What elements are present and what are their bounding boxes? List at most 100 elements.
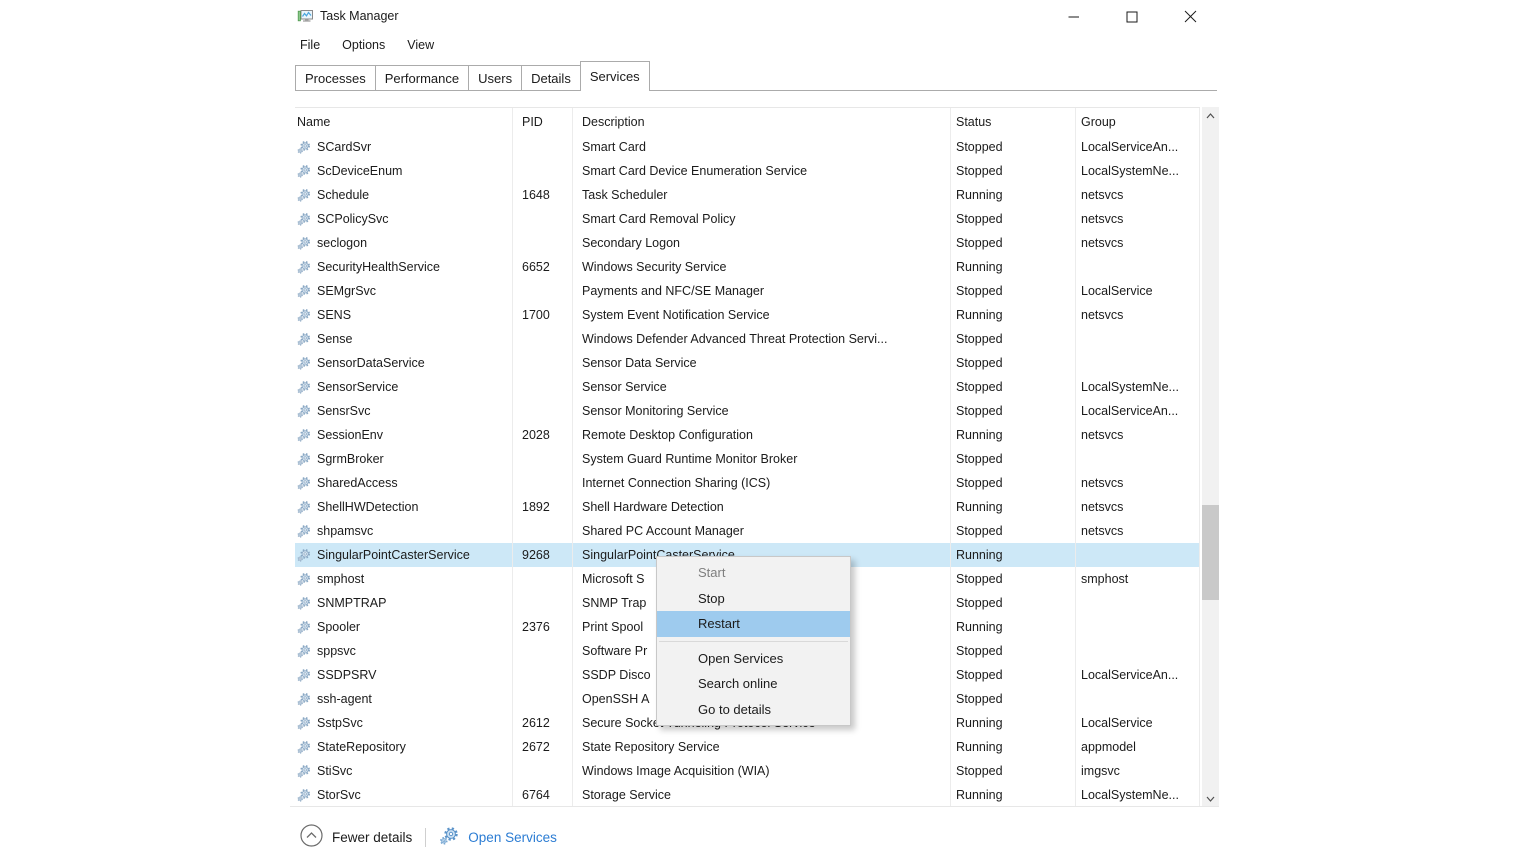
scroll-up-button[interactable]: [1202, 107, 1219, 124]
footer-divider: [290, 806, 1219, 807]
scroll-down-button[interactable]: [1202, 790, 1219, 807]
table-row[interactable]: StiSvc Windows Image Acquisition (WIA) S…: [295, 759, 1200, 783]
table-row[interactable]: ScDeviceEnum Smart Card Device Enumerati…: [295, 159, 1200, 183]
table-row[interactable]: SENS 1700 System Event Notification Serv…: [295, 303, 1200, 327]
menu-options[interactable]: Options: [342, 38, 385, 56]
table-row[interactable]: ShellHWDetection 1892 Shell Hardware Det…: [295, 495, 1200, 519]
context-menu-item-search-online[interactable]: Search online: [657, 671, 850, 697]
vertical-scrollbar[interactable]: [1202, 107, 1219, 807]
table-row[interactable]: SCPolicySvc Smart Card Removal Policy St…: [295, 207, 1200, 231]
service-group: LocalServiceAn...: [1075, 668, 1200, 682]
table-row[interactable]: SensorService Sensor Service Stopped Loc…: [295, 375, 1200, 399]
service-gear-icon: [297, 236, 312, 251]
column-header-description[interactable]: Description: [572, 115, 950, 129]
service-description: System Event Notification Service: [572, 308, 950, 322]
service-description: Task Scheduler: [572, 188, 950, 202]
service-name: sppsvc: [317, 644, 356, 658]
context-menu-item-restart[interactable]: Restart: [657, 611, 850, 637]
service-description: Shell Hardware Detection: [572, 500, 950, 514]
service-name: SCardSvr: [317, 140, 371, 154]
service-status: Stopped: [950, 212, 1075, 226]
service-group: LocalSystemNe...: [1075, 164, 1200, 178]
table-row[interactable]: seclogon Secondary Logon Stopped netsvcs: [295, 231, 1200, 255]
table-row[interactable]: SensrSvc Sensor Monitoring Service Stopp…: [295, 399, 1200, 423]
service-gear-icon: [297, 644, 312, 659]
service-status: Stopped: [950, 404, 1075, 418]
service-status: Stopped: [950, 764, 1075, 778]
scrollbar-thumb[interactable]: [1202, 505, 1219, 600]
tab-users[interactable]: Users: [468, 65, 522, 91]
service-description: Internet Connection Sharing (ICS): [572, 476, 950, 490]
table-row[interactable]: SharedAccess Internet Connection Sharing…: [295, 471, 1200, 495]
table-row[interactable]: SEMgrSvc Payments and NFC/SE Manager Sto…: [295, 279, 1200, 303]
service-description: Windows Defender Advanced Threat Protect…: [572, 332, 950, 346]
service-pid: 2376: [512, 620, 572, 634]
open-services-link[interactable]: Open Services: [439, 826, 557, 849]
service-pid: 2672: [512, 740, 572, 754]
service-name: shpamsvc: [317, 524, 373, 538]
table-row[interactable]: StorSvc 6764 Storage Service Running Loc…: [295, 783, 1200, 807]
service-name: SSDPSRV: [317, 668, 377, 682]
minimize-button[interactable]: [1045, 0, 1103, 33]
table-row[interactable]: shpamsvc Shared PC Account Manager Stopp…: [295, 519, 1200, 543]
service-group: netsvcs: [1075, 188, 1200, 202]
service-group: netsvcs: [1075, 308, 1200, 322]
service-group: netsvcs: [1075, 476, 1200, 490]
column-header-pid[interactable]: PID: [512, 115, 572, 129]
service-description: Shared PC Account Manager: [572, 524, 950, 538]
tab-details[interactable]: Details: [521, 65, 581, 91]
table-row[interactable]: SessionEnv 2028 Remote Desktop Configura…: [295, 423, 1200, 447]
service-status: Stopped: [950, 380, 1075, 394]
close-button[interactable]: [1161, 0, 1219, 33]
service-gear-icon: [297, 260, 312, 275]
service-status: Stopped: [950, 524, 1075, 538]
service-name: Sense: [317, 332, 352, 346]
service-description: Sensor Service: [572, 380, 950, 394]
service-pid: 1892: [512, 500, 572, 514]
service-description: Smart Card: [572, 140, 950, 154]
table-row[interactable]: SensorDataService Sensor Data Service St…: [295, 351, 1200, 375]
service-name: Schedule: [317, 188, 369, 202]
service-name: ShellHWDetection: [317, 500, 418, 514]
column-header-status[interactable]: Status: [950, 115, 1075, 129]
table-row[interactable]: SgrmBroker System Guard Runtime Monitor …: [295, 447, 1200, 471]
service-description: Payments and NFC/SE Manager: [572, 284, 950, 298]
column-header-name[interactable]: Name: [295, 115, 512, 129]
context-menu-item-stop[interactable]: Stop: [657, 586, 850, 612]
service-status: Running: [950, 428, 1075, 442]
sort-ascending-icon: [341, 115, 351, 118]
service-gear-icon: [297, 692, 312, 707]
service-group: imgsvc: [1075, 764, 1200, 778]
context-menu-item-open-services[interactable]: Open Services: [657, 646, 850, 672]
service-name: SingularPointCasterService: [317, 548, 470, 562]
table-row[interactable]: SCardSvr Smart Card Stopped LocalService…: [295, 135, 1200, 159]
menu-view[interactable]: View: [407, 38, 434, 56]
fewer-details-button[interactable]: Fewer details: [300, 824, 412, 850]
service-name: SessionEnv: [317, 428, 383, 442]
column-header-group[interactable]: Group: [1075, 115, 1200, 129]
service-description: Sensor Data Service: [572, 356, 950, 370]
service-group: LocalSystemNe...: [1075, 380, 1200, 394]
menu-file[interactable]: File: [300, 38, 320, 56]
table-row[interactable]: StateRepository 2672 State Repository Se…: [295, 735, 1200, 759]
maximize-button[interactable]: [1103, 0, 1161, 33]
service-name: Spooler: [317, 620, 360, 634]
table-row[interactable]: SecurityHealthService 6652 Windows Secur…: [295, 255, 1200, 279]
service-status: Stopped: [950, 356, 1075, 370]
context-menu-item-go-to-details[interactable]: Go to details: [657, 697, 850, 723]
task-manager-app-icon: [297, 8, 314, 25]
tab-performance[interactable]: Performance: [375, 65, 469, 91]
table-row[interactable]: Schedule 1648 Task Scheduler Running net…: [295, 183, 1200, 207]
service-description: Remote Desktop Configuration: [572, 428, 950, 442]
service-group: LocalSystemNe...: [1075, 788, 1200, 802]
service-gear-icon: [297, 740, 312, 755]
chevron-up-circle-icon: [300, 824, 323, 850]
service-status: Stopped: [950, 692, 1075, 706]
service-status: Running: [950, 308, 1075, 322]
column-header-name-label: Name: [297, 115, 330, 129]
tab-services[interactable]: Services: [580, 61, 650, 91]
service-name: SensorService: [317, 380, 398, 394]
open-services-label: Open Services: [468, 830, 557, 845]
table-row[interactable]: Sense Windows Defender Advanced Threat P…: [295, 327, 1200, 351]
tab-processes[interactable]: Processes: [295, 65, 376, 91]
